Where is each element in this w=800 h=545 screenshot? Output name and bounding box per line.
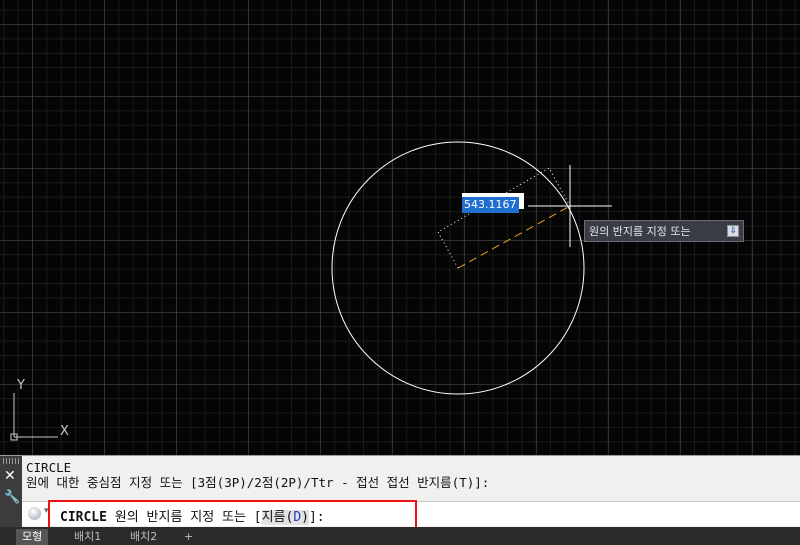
down-arrow-icon[interactable]: ⇓ xyxy=(727,225,739,237)
option-prefix: 지름( xyxy=(261,510,294,525)
dimension-input-value[interactable]: 543.1167 xyxy=(462,197,519,213)
dimension-extension-lines xyxy=(437,167,571,269)
close-icon[interactable]: ✕ xyxy=(4,468,16,484)
layout-tabs-bar: 모형 배치1 배치2 + xyxy=(0,527,800,545)
dynamic-prompt-text: 원의 반지름 지정 또는 xyxy=(589,225,691,238)
option-diameter[interactable]: 지름(D) xyxy=(261,510,309,525)
add-layout-tab[interactable]: + xyxy=(178,529,199,545)
command-input-line[interactable]: ▾ CIRCLE 원의 반지름 지정 또는 [지름(D)]: xyxy=(22,501,800,526)
ucs-x-label: X xyxy=(60,424,69,439)
ucs-icon: Y X xyxy=(10,378,69,441)
command-name: CIRCLE xyxy=(60,510,107,525)
tab-model[interactable]: 모형 xyxy=(16,529,49,545)
command-prompt: CIRCLE 원의 반지름 지정 또는 [지름(D)]: xyxy=(60,506,325,525)
ucs-y-label: Y xyxy=(16,378,25,393)
dynamic-input-tooltip: 원의 반지름 지정 또는 ⇓ xyxy=(584,220,744,242)
command-history: CIRCLE 원에 대한 중심점 지정 또는 [3점(3P)/2점(2P)/Ttr… xyxy=(26,460,800,490)
wrench-icon[interactable]: 🔧 xyxy=(4,490,20,505)
tab-layout2[interactable]: 배치2 xyxy=(124,529,163,545)
command-window: ✕ 🔧 CIRCLE 원에 대한 중심점 지정 또는 [3점(3P)/2점(2P)… xyxy=(0,455,800,528)
radius-rubberband-line xyxy=(457,205,571,269)
grip-handle-icon[interactable] xyxy=(3,458,19,464)
option-key: D xyxy=(293,510,302,525)
command-recent-icon[interactable] xyxy=(28,507,41,520)
command-window-sidebar: ✕ 🔧 xyxy=(0,456,22,528)
prompt-end: ]: xyxy=(308,510,325,525)
history-line: 원에 대한 중심점 지정 또는 [3점(3P)/2점(2P)/Ttr - 접선 … xyxy=(26,475,490,490)
dropdown-arrow-icon[interactable]: ▾ xyxy=(44,506,49,516)
prompt-text: 원의 반지름 지정 또는 [ xyxy=(106,510,262,525)
drawing-canvas[interactable]: 543.1167 원의 반지름 지정 또는 ⇓ Y X xyxy=(0,0,800,455)
option-suffix: ) xyxy=(301,510,309,525)
history-line: CIRCLE xyxy=(26,460,72,475)
tab-layout1[interactable]: 배치1 xyxy=(68,529,107,545)
dimension-input-box[interactable]: 543.1167 xyxy=(462,193,524,213)
